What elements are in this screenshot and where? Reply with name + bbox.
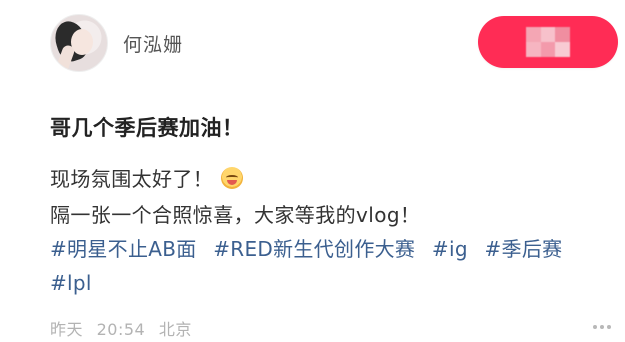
post-time: 20:54 bbox=[96, 320, 146, 339]
post-body-line-1: 现场氛围太好了！ bbox=[50, 163, 244, 192]
hashtag-list: #明星不止AB面 #RED新生代创作大赛 #ig #季后赛 #lpl bbox=[50, 232, 610, 300]
more-options-icon[interactable] bbox=[593, 324, 613, 330]
post-location: 北京 bbox=[158, 320, 192, 339]
post-title: 哥几个季后赛加油！ bbox=[50, 116, 244, 140]
username[interactable]: 何泓姗 bbox=[123, 30, 183, 57]
hashtag-link[interactable]: #ig bbox=[432, 237, 468, 261]
post-day: 昨天 bbox=[50, 320, 84, 339]
blurred-label bbox=[526, 27, 570, 57]
follow-button[interactable] bbox=[478, 16, 618, 68]
hashtag-link[interactable]: #lpl bbox=[50, 271, 92, 295]
post-body-line-1-text: 现场氛围太好了！ bbox=[50, 167, 214, 191]
post-card: 何泓姗 哥几个季后赛加油！ 现场氛围太好了！ 隔一张一个合照惊喜，大家等我的vl… bbox=[0, 0, 625, 342]
hashtag-link[interactable]: #RED新生代创作大赛 bbox=[213, 237, 415, 261]
post-body-line-2: 隔一张一个合照惊喜，大家等我的vlog！ bbox=[50, 203, 421, 227]
post-meta: 昨天 20:54 北京 bbox=[50, 316, 200, 340]
hashtag-link[interactable]: #季后赛 bbox=[485, 237, 563, 261]
smiling-face-emoji-icon bbox=[221, 167, 244, 189]
avatar[interactable] bbox=[50, 14, 108, 72]
hashtag-link[interactable]: #明星不止AB面 bbox=[50, 237, 197, 261]
